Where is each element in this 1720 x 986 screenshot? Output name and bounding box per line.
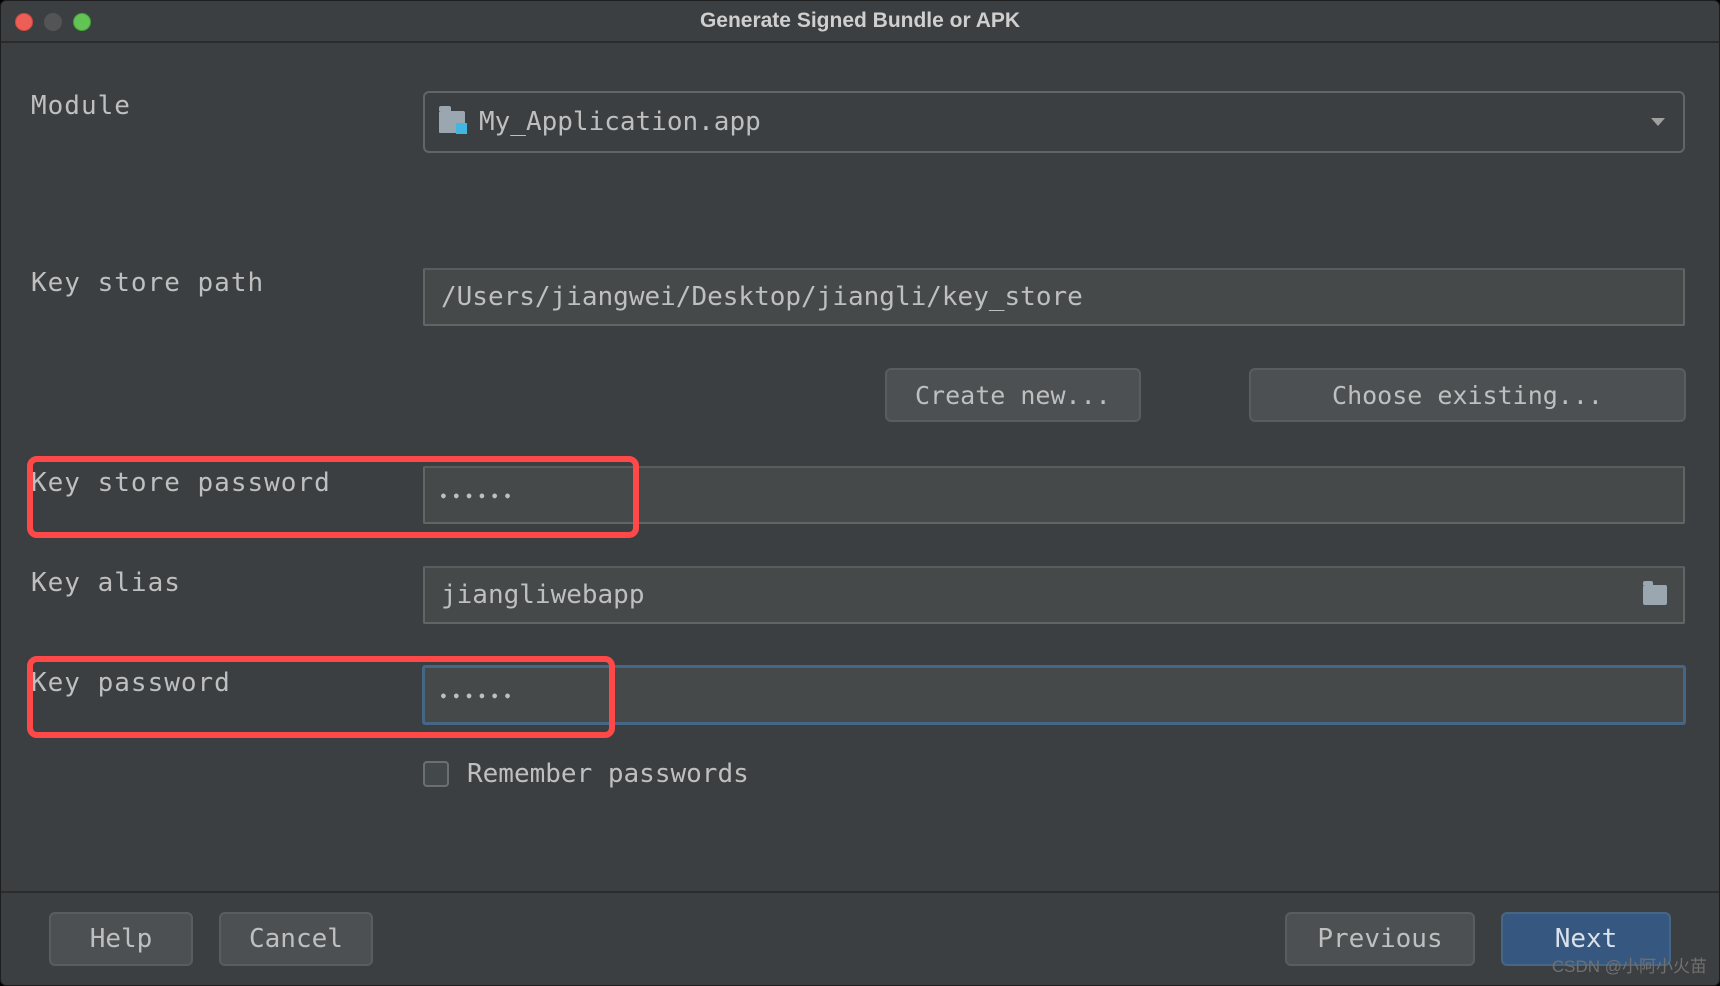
cancel-button[interactable]: Cancel xyxy=(219,912,373,966)
key-alias-label: Key alias xyxy=(31,568,386,598)
watermark: CSDN @小阿小火苗 xyxy=(1552,952,1707,977)
folder-open-icon[interactable] xyxy=(1643,585,1667,605)
titlebar: Generate Signed Bundle or APK xyxy=(1,1,1719,43)
chevron-down-icon xyxy=(1651,118,1665,126)
remember-passwords-label: Remember passwords xyxy=(467,759,749,789)
keystore-password-input[interactable]: ●●●●●● xyxy=(423,466,1685,524)
help-button[interactable]: Help xyxy=(49,912,193,966)
remember-passwords-checkbox[interactable] xyxy=(423,761,449,787)
choose-existing-button[interactable]: Choose existing... xyxy=(1249,368,1686,422)
key-password-value: ●●●●●● xyxy=(441,691,518,700)
keystore-path-value: /Users/jiangwei/Desktop/jiangli/key_stor… xyxy=(441,282,1083,312)
keystore-path-label: Key store path xyxy=(31,268,421,298)
minimize-window-icon[interactable] xyxy=(44,13,62,31)
key-alias-value: jiangliwebapp xyxy=(441,580,645,610)
window-controls xyxy=(15,13,91,31)
create-new-button[interactable]: Create new... xyxy=(885,368,1141,422)
key-password-label: Key password xyxy=(31,668,386,698)
module-label: Module xyxy=(31,91,386,121)
module-value: My_Application.app xyxy=(479,107,761,137)
dialog-content: Module My_Application.app Key store path… xyxy=(1,43,1719,893)
dialog-footer: Help Cancel Previous Next xyxy=(1,891,1719,985)
module-dropdown[interactable]: My_Application.app xyxy=(423,91,1685,153)
keystore-path-input[interactable]: /Users/jiangwei/Desktop/jiangli/key_stor… xyxy=(423,268,1685,326)
window-title: Generate Signed Bundle or APK xyxy=(700,9,1020,33)
zoom-window-icon[interactable] xyxy=(73,13,91,31)
close-window-icon[interactable] xyxy=(15,13,33,31)
folder-icon xyxy=(439,111,465,133)
keystore-password-value: ●●●●●● xyxy=(441,491,518,500)
previous-button[interactable]: Previous xyxy=(1285,912,1475,966)
key-password-input[interactable]: ●●●●●● xyxy=(423,666,1685,724)
key-alias-input[interactable]: jiangliwebapp xyxy=(423,566,1685,624)
dialog-window: Generate Signed Bundle or APK Module My_… xyxy=(0,0,1720,986)
keystore-password-label: Key store password xyxy=(31,468,421,498)
